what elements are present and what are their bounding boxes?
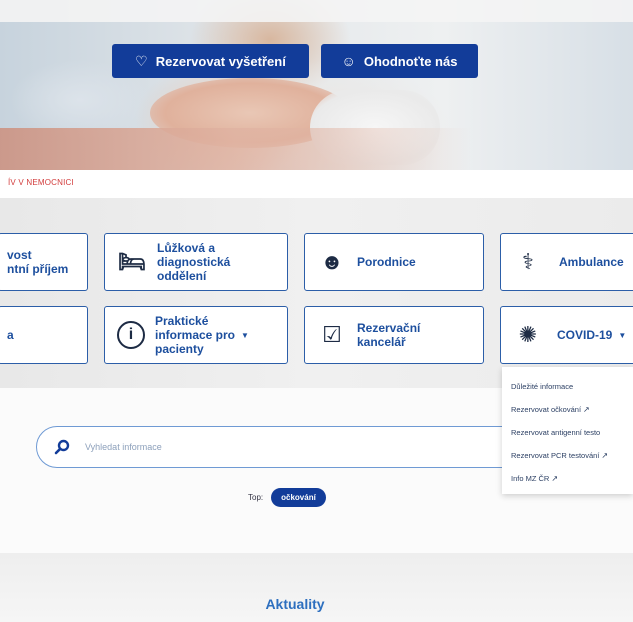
search-placeholder: Vyhledat informace [85,442,162,452]
top-searches: Top: očkování [248,488,326,507]
external-link-icon: ↗ [601,451,609,460]
tile-practical-info[interactable]: i Praktické informace pro pacienty ▼ [104,306,288,364]
hero-arm [0,128,470,170]
covid-dropdown-menu: Důležité informace Rezervovat očkování ↗ … [502,367,633,494]
tile-covid-19-label: COVID-19 [557,328,613,342]
dropdown-item-book-pcr-test[interactable]: Rezervovat PCR testování ↗ [502,444,633,467]
book-examination-button[interactable]: ♡ Rezervovat vyšetření [112,44,309,78]
calendar-check-icon: ☑ [322,322,342,347]
tile-emergency-label: vost ntní příjem [7,248,69,276]
tile-practical-info-label: Praktické informace pro pacienty [155,314,236,356]
search-icon [51,436,73,458]
tile-inpatient-departments[interactable]: 🛏 Lůžková a diagnostická oddělení [104,233,288,291]
section-breadcrumb[interactable]: ÍV V NEMOCNICI [8,178,74,187]
rate-us-label: Ohodnoťte nás [363,53,458,69]
tile-ambulance[interactable]: ⚕ Ambulance [500,233,633,291]
tile-left-partial[interactable]: a [0,306,88,364]
external-link-icon: ↗ [551,474,559,483]
tile-reservation-office[interactable]: ☑ Rezervační kancelář [304,306,484,364]
rate-us-button[interactable]: ☺ Ohodnoťte nás [321,44,478,78]
page: ♡ Rezervovat vyšetření ☺ Ohodnoťte nás Í… [0,0,633,622]
top-chip-vaccination[interactable]: očkování [271,488,326,507]
heart-icon: ♡ [135,52,148,69]
dropdown-item-info-mz-cr[interactable]: Info MZ ČR ↗ [502,467,633,490]
top-label: Top: [248,493,264,502]
info-icon: i [117,321,145,349]
external-link-icon: ↗ [583,405,590,414]
news-heading[interactable]: Aktuality [0,596,590,612]
doctor-icon: ⚕ [522,249,534,274]
chevron-down-icon: ▼ [618,330,627,340]
smile-icon: ☺ [341,53,356,69]
hero-image [0,0,633,170]
virus-icon: ✺ [518,322,538,347]
dropdown-item-book-antigen-test[interactable]: Rezervovat antigenní testo [502,421,633,444]
tile-ambulance-label: Ambulance [559,255,624,269]
baby-icon: ☻ [320,249,344,274]
book-examination-label: Rezervovat vyšetření [155,53,286,69]
tile-covid-19[interactable]: ✺ COVID-19 ▼ [500,306,633,364]
dropdown-item-book-vaccination[interactable]: Rezervovat očkování ↗ [502,398,633,421]
tile-maternity-label: Porodnice [357,255,416,269]
tile-reservation-office-label: Rezervační kancelář [357,321,421,349]
tile-emergency[interactable]: vost ntní příjem [0,233,88,291]
tile-inpatient-label: Lůžková a diagnostická oddělení [157,241,231,283]
chevron-down-icon: ▼ [241,330,249,340]
tile-maternity[interactable]: ☻ Porodnice [304,233,484,291]
tile-left-partial-label: a [7,328,14,342]
dropdown-item-important-info[interactable]: Důležité informace [502,375,633,398]
bed-icon: 🛏 [118,249,146,274]
